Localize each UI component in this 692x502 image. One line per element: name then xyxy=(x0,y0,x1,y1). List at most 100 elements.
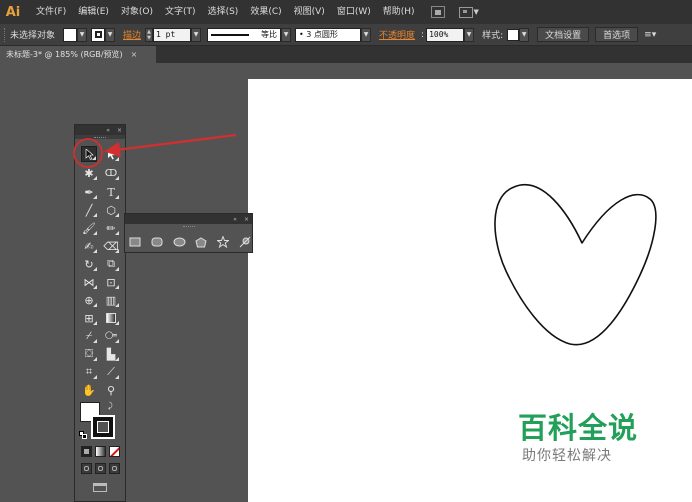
gradient-mode-button[interactable] xyxy=(95,446,106,457)
menu-bar: Ai 文件(F) 编辑(E) 对象(O) 文字(T) 选择(S) 效果(C) 视… xyxy=(0,0,692,24)
direct-selection-tool[interactable] xyxy=(103,146,119,162)
shape-tool[interactable]: ⬡ xyxy=(103,202,119,218)
paintbrush-icon: 🖌 xyxy=(82,221,96,235)
document-setup-button[interactable]: 文档设置 xyxy=(537,27,590,42)
menu-file[interactable]: 文件(F) xyxy=(30,0,72,24)
flyout-close-icon[interactable]: × xyxy=(244,216,249,223)
fill-swatch[interactable] xyxy=(63,27,78,42)
scale-icon: ⧉ xyxy=(107,257,115,270)
none-mode-button[interactable] xyxy=(109,446,120,457)
stroke-swatch[interactable] xyxy=(91,27,106,42)
preferences-button[interactable]: 首选项 xyxy=(595,27,639,42)
scale-tool[interactable]: ⧉ xyxy=(103,256,119,272)
stroke-weight-dropdown[interactable]: ▼ xyxy=(191,27,202,42)
width-tool[interactable]: ⋈ xyxy=(81,274,97,290)
opacity-dropdown[interactable]: ▼ xyxy=(464,27,475,42)
polygon-tool[interactable] xyxy=(194,235,208,249)
stroke-color-swatch[interactable] xyxy=(91,415,115,439)
flyout-grip[interactable] xyxy=(125,224,252,228)
blob-brush-tool[interactable]: ✍ xyxy=(81,238,97,254)
arrange-documents-button[interactable]: ▼ xyxy=(458,6,479,18)
free-transform-icon: ⊡ xyxy=(106,275,116,289)
watermark-subtitle: 助你轻松解决 xyxy=(522,448,612,464)
artboard-tool[interactable]: ⌗ xyxy=(81,364,97,380)
screen-mode-button[interactable] xyxy=(91,481,109,493)
magic-wand-tool[interactable]: ✱ xyxy=(81,165,97,181)
blend-tool[interactable]: ⧃ xyxy=(103,328,119,344)
symbol-sprayer-tool[interactable]: ⛋ xyxy=(81,346,97,362)
control-bar-grip[interactable] xyxy=(4,27,6,42)
draw-behind-button[interactable] xyxy=(95,463,106,474)
menu-select[interactable]: 选择(S) xyxy=(202,0,245,24)
perspective-grid-tool[interactable]: ▥ xyxy=(103,292,119,308)
shape-builder-icon: ⊕ xyxy=(84,293,94,307)
bridge-button[interactable] xyxy=(430,6,445,18)
rectangle-tool[interactable] xyxy=(128,235,142,249)
menu-window[interactable]: 窗口(W) xyxy=(331,0,377,24)
rectangle-icon xyxy=(129,237,141,247)
variable-width-profile[interactable]: 等比 xyxy=(207,27,282,42)
flyout-collapse-icon[interactable]: « xyxy=(233,216,237,223)
slice-tool[interactable]: ⟋ xyxy=(103,364,119,380)
type-tool[interactable]: T xyxy=(103,184,119,200)
rounded-rectangle-icon xyxy=(151,237,163,247)
gradient-icon xyxy=(106,313,116,323)
graphic-style-dropdown[interactable]: ▼ xyxy=(519,27,530,42)
hand-tool[interactable]: ✋ xyxy=(81,382,97,398)
eyedropper-tool[interactable]: ⌿ xyxy=(81,328,97,344)
stroke-weight-input[interactable]: 1 pt xyxy=(153,27,192,42)
default-fill-stroke-icon[interactable] xyxy=(79,431,87,439)
paintbrush-tool[interactable]: 🖌 xyxy=(81,220,97,236)
graphic-style-swatch[interactable] xyxy=(507,28,520,41)
profile-dropdown[interactable]: ▼ xyxy=(281,27,292,42)
stroke-panel-link[interactable]: 描边 xyxy=(123,28,141,41)
brush-dropdown[interactable]: ▼ xyxy=(361,27,372,42)
menu-edit[interactable]: 编辑(E) xyxy=(72,0,115,24)
brush-definition[interactable]: • 3 点圆形 xyxy=(295,27,362,42)
line-segment-tool[interactable]: ╱ xyxy=(81,202,97,218)
color-mode-button[interactable] xyxy=(81,446,92,457)
close-tab-icon[interactable]: × xyxy=(131,50,138,59)
mesh-tool[interactable]: ⊞ xyxy=(81,310,97,326)
stroke-dropdown[interactable]: ▼ xyxy=(105,27,116,42)
hexagon-icon: ⬡ xyxy=(106,203,116,217)
zoom-tool[interactable]: ⚲ xyxy=(103,382,119,398)
draw-inside-button[interactable] xyxy=(109,463,120,474)
opacity-panel-link[interactable]: 不透明度 xyxy=(379,28,415,41)
star-tool[interactable] xyxy=(216,235,230,249)
tools-panel-grip[interactable] xyxy=(75,135,125,139)
gradient-tool[interactable] xyxy=(103,310,119,326)
close-panel-icon[interactable]: × xyxy=(117,127,122,134)
eraser-tool[interactable]: ⌫ xyxy=(103,238,119,254)
menu-object[interactable]: 对象(O) xyxy=(115,0,159,24)
panel-menu-icon[interactable]: ≡▾ xyxy=(644,30,656,40)
free-transform-tool[interactable]: ⊡ xyxy=(103,274,119,290)
ellipse-tool[interactable] xyxy=(172,235,186,249)
flare-tool[interactable] xyxy=(238,235,252,249)
menu-help[interactable]: 帮助(H) xyxy=(377,0,421,24)
rotate-icon: ↻ xyxy=(84,257,94,271)
menu-view[interactable]: 视图(V) xyxy=(288,0,331,24)
shape-builder-tool[interactable]: ⊕ xyxy=(81,292,97,308)
blob-brush-icon: ✍ xyxy=(84,239,94,253)
menu-type[interactable]: 文字(T) xyxy=(159,0,202,24)
menu-effect[interactable]: 效果(C) xyxy=(244,0,287,24)
collapse-icon[interactable]: « xyxy=(106,127,110,134)
direct-selection-arrow-icon xyxy=(107,148,115,159)
pen-tool[interactable]: ✒ xyxy=(81,184,97,200)
pencil-tool[interactable]: ✏ xyxy=(103,220,119,236)
flyout-header[interactable]: « × xyxy=(125,214,252,224)
rounded-rectangle-tool[interactable] xyxy=(150,235,164,249)
column-graph-tool[interactable]: ▙ xyxy=(103,346,119,362)
rotate-tool[interactable]: ↻ xyxy=(81,256,97,272)
opacity-input[interactable]: 100% xyxy=(426,27,465,42)
stroke-weight-stepper[interactable]: ▲ ▼ xyxy=(145,27,154,42)
lasso-tool[interactable]: ↀ xyxy=(103,165,119,181)
fill-dropdown[interactable]: ▼ xyxy=(77,27,88,42)
tools-panel-header[interactable]: « × xyxy=(75,125,125,135)
draw-normal-button[interactable] xyxy=(81,463,92,474)
heart-path[interactable] xyxy=(490,175,670,355)
document-tab[interactable]: 未标题-3* @ 185% (RGB/预览) × xyxy=(0,46,156,63)
selection-tool[interactable] xyxy=(81,146,97,162)
swap-fill-stroke-icon[interactable]: ⤸ xyxy=(108,401,113,411)
